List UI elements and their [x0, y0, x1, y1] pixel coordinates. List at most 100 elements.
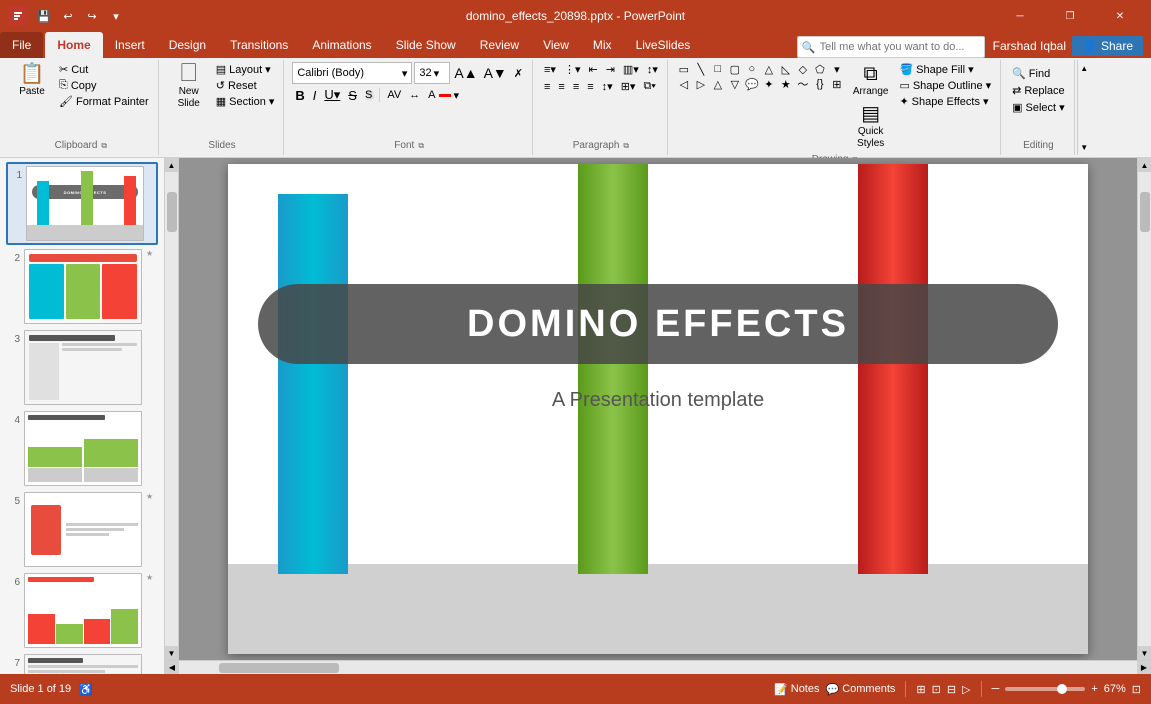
- shape-arrow-l[interactable]: ◁: [676, 77, 692, 91]
- normal-view-button[interactable]: ⊞: [916, 683, 925, 696]
- shape-custom[interactable]: ⊞: [829, 77, 845, 91]
- shape-star5[interactable]: ★: [778, 77, 794, 91]
- bold-button[interactable]: B: [292, 87, 307, 104]
- tab-design[interactable]: Design: [157, 32, 218, 58]
- shape-effects-button[interactable]: ✦ Shape Effects ▾: [896, 94, 994, 109]
- reset-button[interactable]: ↺ Reset: [213, 78, 278, 93]
- shape-star4[interactable]: ✦: [761, 77, 777, 91]
- align-center-button[interactable]: ≡: [555, 79, 567, 94]
- vscroll-up-btn[interactable]: ▲: [165, 158, 178, 172]
- shape-triangle[interactable]: △: [761, 62, 777, 76]
- share-button[interactable]: 👤 Share: [1072, 36, 1143, 56]
- slide-thumb-5[interactable]: 5 ★: [6, 490, 158, 569]
- save-button[interactable]: 💾: [34, 6, 54, 26]
- paragraph-expand-icon[interactable]: ⧉: [623, 141, 629, 151]
- vscroll-down-btn[interactable]: ▼: [165, 646, 178, 660]
- shape-fill-button[interactable]: 🪣 Shape Fill ▾: [896, 62, 994, 77]
- user-name[interactable]: Farshad Iqbal: [993, 39, 1066, 53]
- clear-format-button[interactable]: ✗: [511, 66, 526, 81]
- slide-canvas[interactable]: DOMINO EFFECTS A Presentation template: [228, 164, 1088, 654]
- tab-slideshow[interactable]: Slide Show: [384, 32, 468, 58]
- section-button[interactable]: ▦ Section ▾: [213, 94, 278, 109]
- slide-thumb-2[interactable]: 2 ★: [6, 247, 158, 326]
- redo-button[interactable]: ↪: [82, 6, 102, 26]
- tab-insert[interactable]: Insert: [103, 32, 157, 58]
- fit-slide-button[interactable]: ⊡: [1132, 683, 1141, 696]
- align-right-button[interactable]: ≡: [570, 79, 582, 94]
- reading-view-button[interactable]: ⊟: [947, 683, 956, 696]
- copy-button[interactable]: ⎘ Copy: [56, 78, 152, 93]
- tab-mix[interactable]: Mix: [581, 32, 624, 58]
- shape-diamond[interactable]: ◇: [795, 62, 811, 76]
- vscroll-right-down-btn[interactable]: ▼: [1138, 646, 1151, 660]
- tab-view[interactable]: View: [531, 32, 581, 58]
- numbering-button[interactable]: ⋮▾: [561, 62, 584, 77]
- align-left-button[interactable]: ≡: [541, 79, 553, 94]
- tab-review[interactable]: Review: [468, 32, 531, 58]
- decrease-font-button[interactable]: A▼: [482, 65, 509, 81]
- columns-button[interactable]: ▥▾: [620, 62, 642, 77]
- shapes-more[interactable]: ▾: [829, 62, 845, 76]
- paste-button[interactable]: 📋 Paste: [10, 62, 54, 100]
- notes-accessibility-button[interactable]: ♿: [79, 683, 93, 696]
- tab-transitions[interactable]: Transitions: [218, 32, 300, 58]
- undo-button[interactable]: ↩: [58, 6, 78, 26]
- shadow-button[interactable]: S: [362, 88, 375, 102]
- close-button[interactable]: ✕: [1097, 0, 1143, 32]
- replace-button[interactable]: ⇄ Replace: [1009, 83, 1068, 98]
- ribbon-scroll-down[interactable]: ▼: [1078, 139, 1091, 155]
- slide-thumb-4[interactable]: 4: [6, 409, 158, 488]
- text-direction-button[interactable]: ↕▾: [599, 79, 616, 94]
- font-size-selector[interactable]: 32 ▾: [414, 62, 450, 84]
- tab-liveslides[interactable]: LiveSlides: [624, 32, 703, 58]
- underline-button[interactable]: U▾: [321, 86, 343, 104]
- shape-right-tri[interactable]: ◺: [778, 62, 794, 76]
- canvas-area[interactable]: ▲ ▼ DOMINO: [165, 158, 1151, 660]
- slide-thumb-6[interactable]: 6 ★: [6, 571, 158, 650]
- justify-button[interactable]: ≡: [584, 79, 596, 94]
- font-name-selector[interactable]: Calibri (Body) ▾: [292, 62, 412, 84]
- vscroll-right-up-btn[interactable]: ▲: [1138, 158, 1151, 172]
- hscroll-left-btn[interactable]: ◀: [165, 661, 179, 674]
- line-spacing-button[interactable]: ↕▾: [644, 62, 661, 77]
- zoom-in-button[interactable]: +: [1091, 683, 1097, 695]
- restore-button[interactable]: ❐: [1047, 0, 1093, 32]
- shape-pentagon[interactable]: ⬠: [812, 62, 828, 76]
- spacing-button[interactable]: AV: [384, 88, 404, 102]
- cut-button[interactable]: ✂ Cut: [56, 62, 152, 77]
- tab-animations[interactable]: Animations: [300, 32, 383, 58]
- shape-rect[interactable]: ▭: [676, 62, 692, 76]
- find-button[interactable]: 🔍 Find: [1009, 66, 1053, 81]
- title-banner[interactable]: DOMINO EFFECTS: [258, 284, 1058, 364]
- search-input[interactable]: [820, 41, 980, 53]
- bullets-button[interactable]: ≡▾: [541, 62, 559, 77]
- slide-show-button[interactable]: ▷: [962, 683, 970, 696]
- select-button[interactable]: ▣ Select ▾: [1009, 100, 1068, 115]
- tab-file[interactable]: File: [0, 32, 43, 58]
- smartart-button[interactable]: ⧉▾: [640, 79, 658, 94]
- layout-button[interactable]: ▤ Layout ▾: [213, 62, 278, 77]
- new-slide-button[interactable]: 🗌 NewSlide: [167, 62, 211, 112]
- shape-round-rect[interactable]: ▢: [727, 62, 743, 76]
- slide-thumb-1[interactable]: 1 DOMINO EFFECTS: [6, 162, 158, 245]
- zoom-level-display[interactable]: 67%: [1104, 683, 1126, 695]
- shape-arrow-d[interactable]: ▽: [727, 77, 743, 91]
- tab-home[interactable]: Home: [45, 32, 102, 58]
- hscroll-right-btn[interactable]: ▶: [1137, 661, 1151, 674]
- slide-thumb-7[interactable]: 7: [6, 652, 158, 674]
- shape-callout[interactable]: 💬: [744, 77, 760, 91]
- char-spacing-button[interactable]: ↔: [406, 88, 423, 102]
- increase-indent-button[interactable]: ⇥: [603, 62, 618, 77]
- shape-arrow-u[interactable]: △: [710, 77, 726, 91]
- zoom-out-button[interactable]: ─: [992, 683, 1000, 695]
- font-color-button[interactable]: A ▾: [425, 88, 462, 103]
- shape-arrow-r[interactable]: ▷: [693, 77, 709, 91]
- font-expand-icon[interactable]: ⧉: [418, 141, 424, 151]
- ribbon-scroll-up[interactable]: ▲: [1078, 60, 1091, 76]
- slide-sorter-button[interactable]: ⊡: [932, 683, 941, 696]
- customize-qat-button[interactable]: ▾: [106, 6, 126, 26]
- format-painter-button[interactable]: 🖌 Format Painter: [56, 94, 152, 109]
- shape-line[interactable]: ╲: [693, 62, 709, 76]
- comments-button[interactable]: 💬 Comments: [826, 683, 896, 696]
- italic-button[interactable]: I: [310, 87, 320, 104]
